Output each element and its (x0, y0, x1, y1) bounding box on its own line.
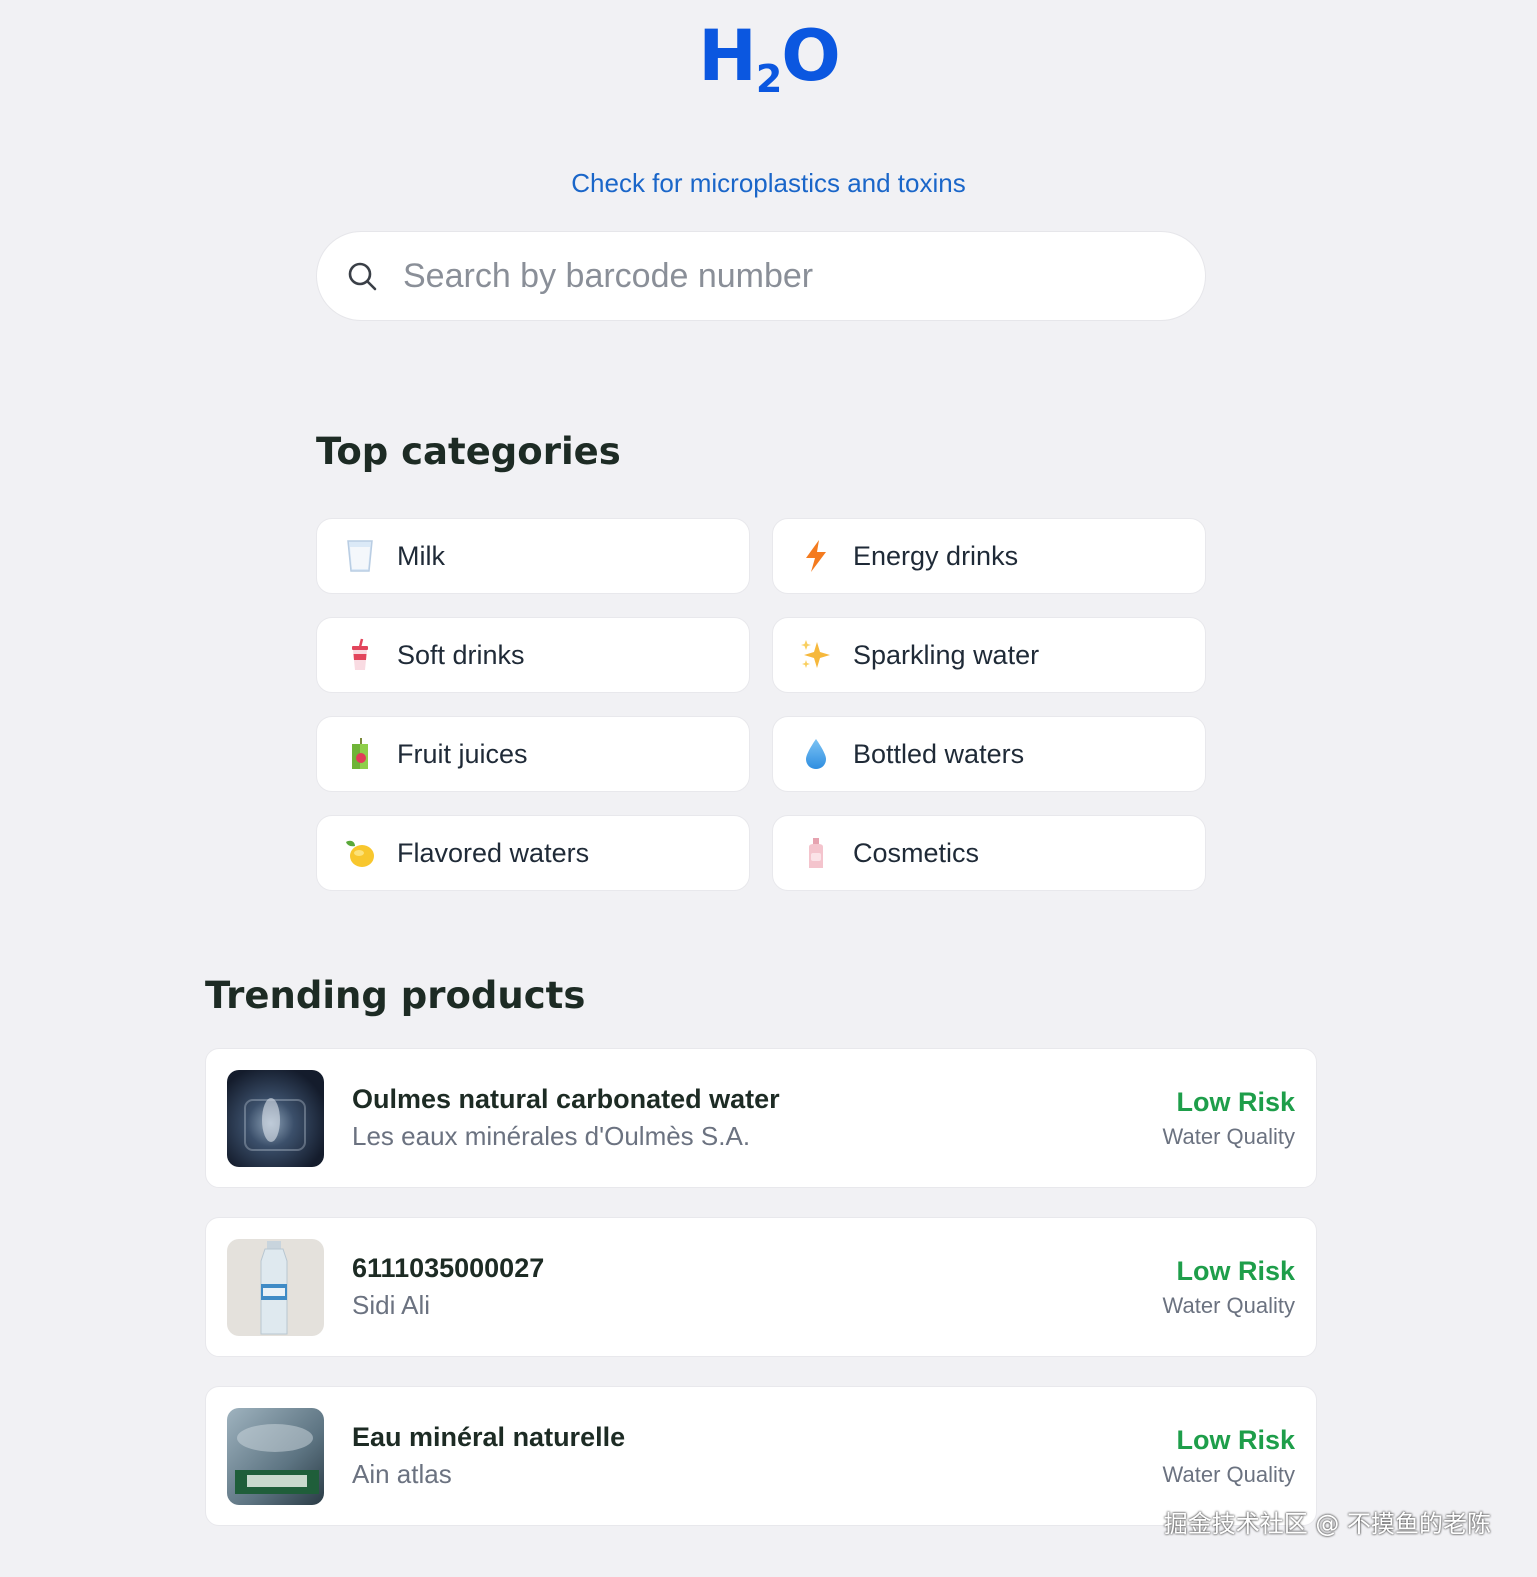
category-label: Flavored waters (397, 837, 590, 868)
categories-grid: Milk Energy drinks Soft drinks Sparkling… (316, 518, 1206, 891)
product-name: 6111035000027 (352, 1253, 545, 1283)
category-label: Soft drinks (397, 639, 525, 670)
milk-glass-icon (343, 539, 377, 573)
product-card[interactable]: Eau minéral naturelle Ain atlas Low Risk… (205, 1386, 1317, 1526)
category-milk[interactable]: Milk (316, 518, 750, 594)
category-soft-drinks[interactable]: Soft drinks (316, 617, 750, 693)
risk-level: Low Risk (1176, 1086, 1295, 1117)
top-categories-heading: Top categories (316, 430, 621, 473)
water-drop-icon (799, 737, 833, 771)
category-fruit-juices[interactable]: Fruit juices (316, 716, 750, 792)
product-brand: Les eaux minérales d'Oulmès S.A. (352, 1121, 751, 1151)
category-flavored-waters[interactable]: Flavored waters (316, 815, 750, 891)
product-image (227, 1238, 324, 1336)
category-sparkling-water[interactable]: Sparkling water (772, 617, 1206, 693)
product-name: Eau minéral naturelle (352, 1422, 626, 1452)
trending-products-list: Oulmes natural carbonated water Les eaux… (205, 1048, 1317, 1555)
lemon-icon (343, 836, 377, 870)
category-label: Milk (397, 540, 445, 571)
category-label: Bottled waters (853, 738, 1025, 769)
search-icon (347, 261, 377, 291)
lightning-icon (799, 539, 833, 573)
trending-products-heading: Trending products (205, 974, 586, 1017)
watermark-text: 掘金技术社区 @ 不摸鱼的老陈 (1163, 1510, 1491, 1538)
sparkles-icon (799, 638, 833, 672)
category-cosmetics[interactable]: Cosmetics (772, 815, 1206, 891)
product-image (227, 1407, 324, 1505)
risk-metric: Water Quality (1162, 1123, 1295, 1149)
product-brand: Ain atlas (352, 1459, 452, 1489)
category-label: Energy drinks (853, 540, 1019, 571)
app-logo: H2O (698, 15, 841, 101)
product-card[interactable]: Oulmes natural carbonated water Les eaux… (205, 1048, 1317, 1188)
product-card[interactable]: 6111035000027 Sidi Ali Low Risk Water Qu… (205, 1217, 1317, 1357)
category-bottled-waters[interactable]: Bottled waters (772, 716, 1206, 792)
tagline-link[interactable]: Check for microplastics and toxins (0, 168, 1537, 199)
category-label: Fruit juices (397, 738, 528, 769)
search-input[interactable] (401, 255, 1205, 297)
product-image (227, 1069, 324, 1167)
risk-level: Low Risk (1176, 1255, 1295, 1286)
product-brand: Sidi Ali (352, 1290, 431, 1320)
risk-metric: Water Quality (1162, 1461, 1295, 1487)
category-label: Cosmetics (853, 837, 980, 868)
risk-level: Low Risk (1176, 1424, 1295, 1455)
lotion-bottle-icon (799, 836, 833, 870)
juice-box-icon (343, 737, 377, 771)
product-name: Oulmes natural carbonated water (352, 1084, 780, 1114)
category-label: Sparkling water (853, 639, 1040, 670)
cup-with-straw-icon (343, 638, 377, 672)
category-energy-drinks[interactable]: Energy drinks (772, 518, 1206, 594)
risk-metric: Water Quality (1162, 1292, 1295, 1318)
search-bar[interactable] (316, 231, 1206, 321)
